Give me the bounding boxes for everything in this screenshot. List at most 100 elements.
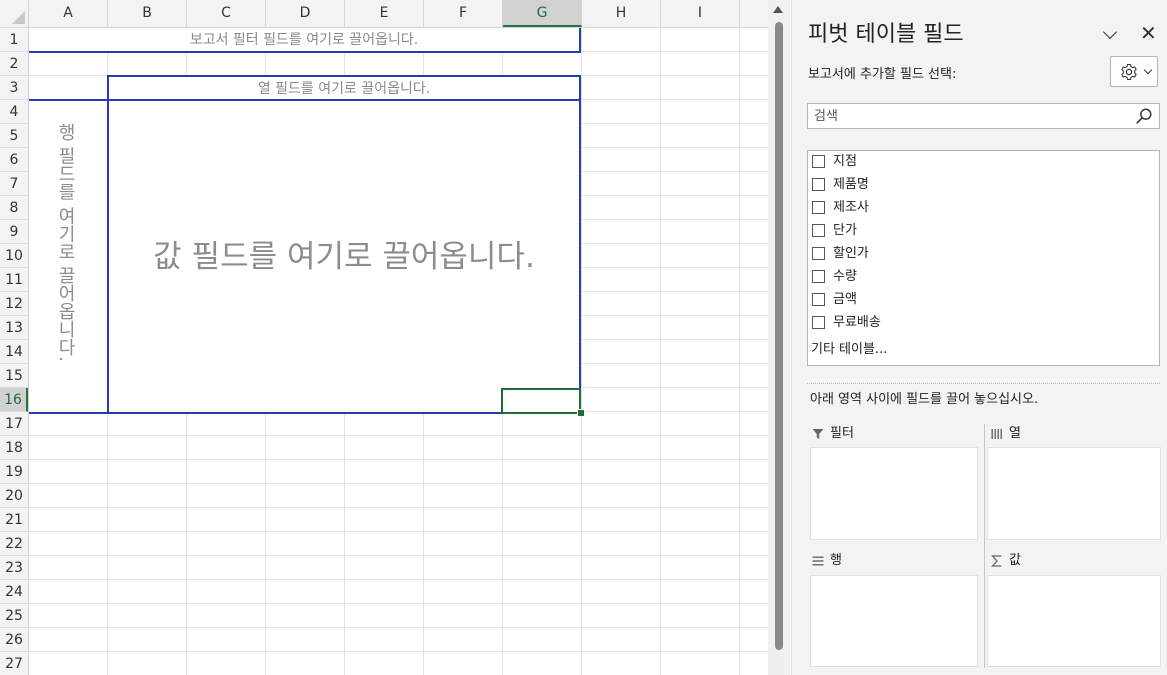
columns-area-label: 열 xyxy=(1009,426,1021,441)
field-checkbox[interactable] xyxy=(812,270,825,283)
columns-icon xyxy=(991,428,1002,439)
field-checkbox[interactable] xyxy=(812,316,825,329)
field-checkbox[interactable] xyxy=(812,201,825,214)
column-headers: A B C D E F G H I xyxy=(29,0,768,28)
settings-chevron-down-icon xyxy=(1143,65,1153,75)
field-checkbox[interactable] xyxy=(812,155,825,168)
row-headers: 1 2 3 4 5 6 7 8 9 10 11 12 13 14 15 16 17 18 19 20 21 22 23 24 2… xyxy=(0,28,29,675)
tools-settings-button[interactable] xyxy=(1110,56,1158,87)
row-header-9[interactable]: 9 xyxy=(0,220,28,244)
columns-drop-area[interactable] xyxy=(987,447,1161,540)
rows-icon xyxy=(812,556,824,565)
select-all-triangle-icon xyxy=(12,11,25,24)
values-area[interactable]: 값 필드를 여기로 끌어옵니다. xyxy=(107,99,581,414)
column-header-b[interactable]: B xyxy=(108,0,187,27)
row-header-7[interactable]: 7 xyxy=(0,172,28,196)
field-checkbox[interactable] xyxy=(812,247,825,260)
more-tables-link[interactable]: 기타 테이블... xyxy=(811,338,887,357)
field-label: 단가 xyxy=(833,223,857,238)
field-checkbox[interactable] xyxy=(812,178,825,191)
field-label: 제품명 xyxy=(833,177,869,192)
choose-fields-label: 보고서에 추가할 필드 선택: xyxy=(808,67,957,82)
row-header-16[interactable]: 16 xyxy=(0,388,28,412)
rows-area-header: 행 xyxy=(812,551,842,571)
row-header-20[interactable]: 20 xyxy=(0,484,28,508)
field-label: 수량 xyxy=(833,269,857,284)
rows-drop-area[interactable] xyxy=(810,575,978,667)
scroll-thumb[interactable] xyxy=(775,22,783,650)
filters-area-header: 필터 xyxy=(812,424,854,444)
column-header-c[interactable]: C xyxy=(187,0,266,27)
row-header-8[interactable]: 8 xyxy=(0,196,28,220)
close-icon[interactable]: ✕ xyxy=(1140,21,1157,45)
row-header-13[interactable]: 13 xyxy=(0,316,28,340)
pane-divider xyxy=(807,383,1160,384)
values-area-header: 값 xyxy=(991,551,1021,571)
row-header-1[interactable]: 1 xyxy=(0,28,28,52)
row-field-placeholder: 행 필드를 여기로 끌어옵니다. xyxy=(55,123,76,362)
row-header-4[interactable]: 4 xyxy=(0,100,28,124)
values-placeholder: 값 필드를 여기로 끌어옵니다. xyxy=(153,239,535,275)
row-header-15[interactable]: 15 xyxy=(0,364,28,388)
row-header-2[interactable]: 2 xyxy=(0,52,28,76)
pivot-fields-pane: 피벗 테이블 필드 ✕ 보고서에 추가할 필드 선택: 지점 제품명 제조사 xyxy=(791,0,1167,675)
worksheet[interactable]: A B C D E F G H I 1 2 3 4 5 6 7 8 9 10 11 12 13 14 15 1… xyxy=(0,0,768,675)
row-header-25[interactable]: 25 xyxy=(0,604,28,628)
row-header-18[interactable]: 18 xyxy=(0,436,28,460)
field-search-input[interactable] xyxy=(814,106,1124,126)
pane-title: 피벗 테이블 필드 xyxy=(808,22,964,47)
rows-area-label: 행 xyxy=(830,553,842,568)
drag-fields-hint: 아래 영역 사이에 필드를 끌어 놓으십시오. xyxy=(810,392,1039,407)
columns-area-header: 열 xyxy=(991,424,1021,444)
field-checkbox[interactable] xyxy=(812,293,825,306)
field-label: 금액 xyxy=(833,292,857,307)
filter-icon xyxy=(812,428,824,439)
gear-icon xyxy=(1121,63,1137,81)
field-search-box[interactable] xyxy=(807,103,1160,129)
row-header-22[interactable]: 22 xyxy=(0,532,28,556)
row-header-19[interactable]: 19 xyxy=(0,460,28,484)
values-drop-area[interactable] xyxy=(987,575,1161,667)
column-header-d[interactable]: D xyxy=(266,0,345,27)
column-header-a[interactable]: A xyxy=(29,0,108,27)
column-header-g[interactable]: G xyxy=(503,0,582,27)
field-list: 지점 제품명 제조사 단가 할인가 수량 금액 무료배송 기타 테이블... xyxy=(807,150,1160,366)
sigma-icon xyxy=(991,554,1002,567)
search-icon[interactable] xyxy=(1135,107,1153,125)
field-checkbox[interactable] xyxy=(812,224,825,237)
values-area-label: 값 xyxy=(1009,553,1021,568)
row-header-26[interactable]: 26 xyxy=(0,628,28,652)
column-field-area[interactable]: 열 필드를 여기로 끌어옵니다. xyxy=(107,75,581,101)
row-header-11[interactable]: 11 xyxy=(0,268,28,292)
column-header-i[interactable]: I xyxy=(661,0,740,27)
field-label: 할인가 xyxy=(833,246,869,261)
select-all-corner[interactable] xyxy=(0,0,29,28)
active-cell-g16[interactable] xyxy=(501,388,581,414)
column-header-h[interactable]: H xyxy=(582,0,661,27)
row-header-21[interactable]: 21 xyxy=(0,508,28,532)
filters-area-label: 필터 xyxy=(830,426,854,441)
row-header-17[interactable]: 17 xyxy=(0,412,28,436)
field-label: 무료배송 xyxy=(833,315,881,330)
row-field-area[interactable]: 행 필드를 여기로 끌어옵니다. xyxy=(29,99,109,414)
fill-handle[interactable] xyxy=(577,409,585,417)
row-header-5[interactable]: 5 xyxy=(0,124,28,148)
scroll-up-arrow-icon[interactable] xyxy=(773,6,783,13)
row-header-24[interactable]: 24 xyxy=(0,580,28,604)
row-header-6[interactable]: 6 xyxy=(0,148,28,172)
row-header-23[interactable]: 23 xyxy=(0,556,28,580)
column-header-f[interactable]: F xyxy=(424,0,503,27)
row-header-27[interactable]: 27 xyxy=(0,652,28,675)
filters-drop-area[interactable] xyxy=(810,447,978,540)
row-header-10[interactable]: 10 xyxy=(0,244,28,268)
row-header-12[interactable]: 12 xyxy=(0,292,28,316)
row-header-14[interactable]: 14 xyxy=(0,340,28,364)
vertical-scrollbar[interactable] xyxy=(768,0,790,675)
report-filter-area[interactable]: 보고서 필터 필드를 여기로 끌어옵니다. xyxy=(29,28,581,53)
column-header-e[interactable]: E xyxy=(345,0,424,27)
chevron-down-icon[interactable] xyxy=(1102,24,1118,40)
row-header-3[interactable]: 3 xyxy=(0,76,28,100)
field-label: 제조사 xyxy=(833,200,869,215)
report-filter-placeholder: 보고서 필터 필드를 여기로 끌어옵니다. xyxy=(189,32,419,48)
column-field-placeholder: 열 필드를 여기로 끌어옵니다. xyxy=(257,81,431,97)
